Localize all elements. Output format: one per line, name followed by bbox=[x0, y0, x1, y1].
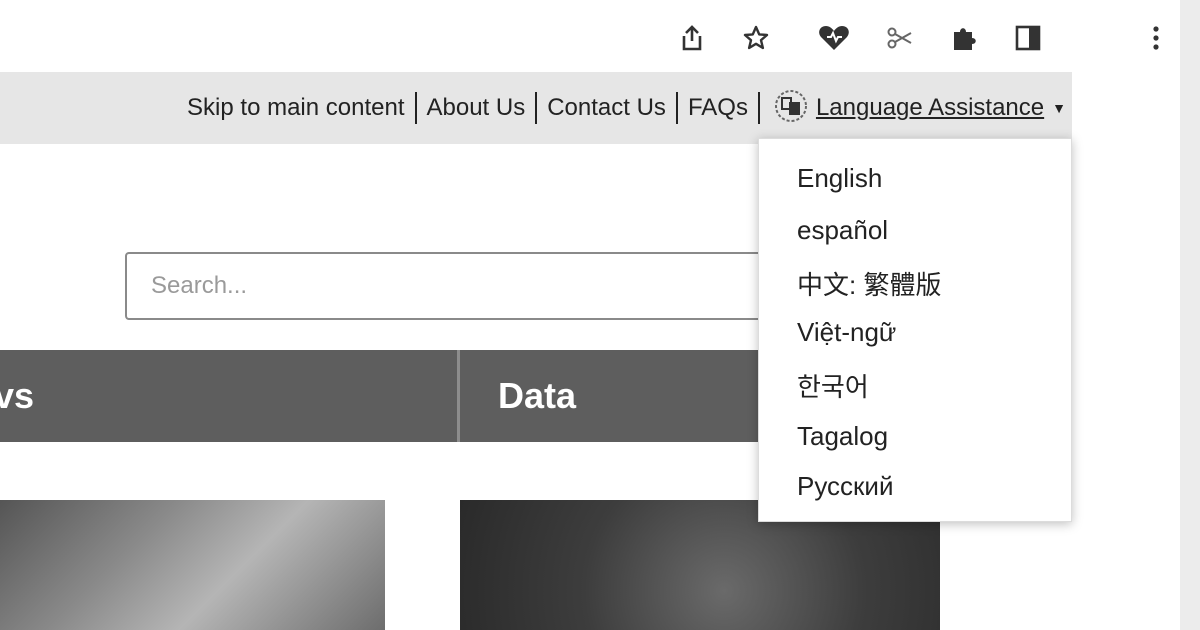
language-option-vietnamese[interactable]: Việt-ngữ bbox=[797, 317, 896, 348]
more-menu-icon[interactable] bbox=[1138, 20, 1174, 56]
utility-links: Skip to main content About Us Contact Us… bbox=[177, 72, 1072, 144]
utility-bar: Skip to main content About Us Contact Us… bbox=[0, 72, 1072, 144]
nav-divider bbox=[457, 350, 460, 442]
language-option-chinese[interactable]: 中文: 繁體版 bbox=[797, 265, 941, 302]
language-assistance-toggle[interactable]: Language Assistance ▼ bbox=[760, 89, 1066, 128]
caret-down-icon: ▼ bbox=[1052, 100, 1066, 116]
skip-to-main-link[interactable]: Skip to main content bbox=[177, 94, 414, 122]
star-icon[interactable] bbox=[738, 20, 774, 56]
feature-image-person[interactable] bbox=[0, 500, 385, 630]
heart-extension-icon[interactable] bbox=[816, 20, 852, 56]
share-icon[interactable] bbox=[674, 20, 710, 56]
scissors-icon[interactable] bbox=[882, 20, 918, 56]
about-us-link[interactable]: About Us bbox=[417, 94, 536, 122]
language-option-english[interactable]: English bbox=[797, 163, 882, 194]
language-option-korean[interactable]: 한국어 bbox=[797, 367, 869, 404]
language-option-spanish[interactable]: español bbox=[797, 215, 888, 246]
faqs-link[interactable]: FAQs bbox=[678, 94, 758, 122]
contact-us-link[interactable]: Contact Us bbox=[537, 94, 676, 122]
side-panel-icon[interactable] bbox=[1010, 20, 1046, 56]
browser-toolbar bbox=[0, 0, 1200, 72]
language-option-tagalog[interactable]: Tagalog bbox=[797, 421, 888, 452]
language-dropdown-menu: English español 中文: 繁體版 Việt-ngữ 한국어 Tag… bbox=[758, 138, 1072, 522]
language-assistance-label: Language Assistance bbox=[815, 94, 1045, 121]
puzzle-icon[interactable] bbox=[946, 20, 982, 56]
main-nav: vs Data bbox=[0, 350, 760, 442]
search-input[interactable] bbox=[125, 252, 775, 320]
nav-item-data[interactable]: Data bbox=[498, 350, 576, 442]
nav-item-news[interactable]: vs bbox=[0, 350, 34, 442]
language-option-russian[interactable]: Русский bbox=[797, 471, 893, 502]
scrollbar-track[interactable] bbox=[1180, 0, 1200, 630]
translate-icon bbox=[774, 89, 808, 128]
